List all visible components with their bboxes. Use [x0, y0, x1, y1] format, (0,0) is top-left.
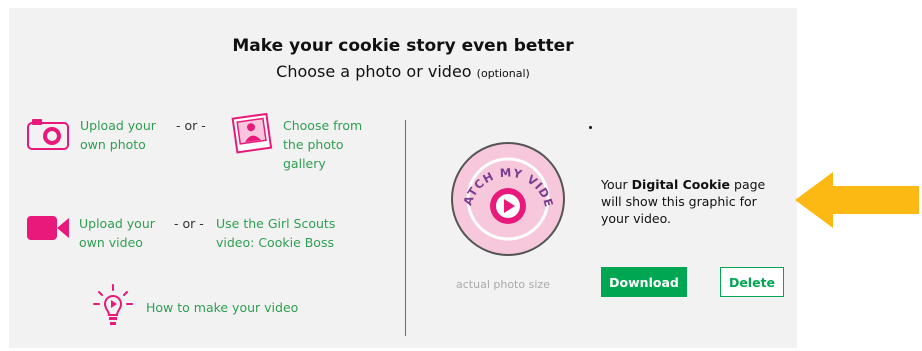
gallery-line3: gallery — [283, 156, 326, 171]
gs-video-line1: Use the Girl Scouts — [216, 216, 336, 231]
dot-mark — [589, 126, 592, 129]
camera-icon[interactable] — [27, 118, 69, 150]
gs-video-line2: video: Cookie Boss — [216, 235, 334, 250]
gallery-line2: the photo — [283, 137, 344, 152]
delete-button[interactable]: Delete — [720, 267, 784, 297]
gallery-line1: Choose from — [283, 118, 363, 133]
upload-video-link[interactable]: Upload your own video — [79, 214, 155, 252]
panel-title: Make your cookie story even better — [232, 36, 574, 56]
media-panel: Make your cookie story even better Choos… — [9, 8, 797, 348]
lightbulb-icon[interactable] — [93, 284, 133, 328]
photo-size-label: actual photo size — [456, 278, 550, 291]
video-camera-icon[interactable] — [26, 214, 70, 242]
download-button[interactable]: Download — [601, 267, 687, 297]
upload-photo-line2: own photo — [80, 137, 146, 152]
optional-label: (optional) — [476, 67, 530, 80]
or-separator-2: - or - — [174, 216, 204, 231]
preview-info: Your Digital Cookie page will show this … — [601, 176, 781, 227]
photo-gallery-icon[interactable] — [231, 112, 275, 156]
upload-video-line1: Upload your — [79, 216, 155, 231]
choose-gallery-link[interactable]: Choose from the photo gallery — [283, 116, 362, 173]
vertical-divider — [405, 120, 406, 336]
panel-subtitle: Choose a photo or video (optional) — [9, 62, 797, 81]
info-prefix: Your — [601, 177, 632, 192]
or-separator: - or - — [176, 118, 206, 133]
upload-photo-link[interactable]: Upload your own photo — [80, 116, 156, 154]
subtitle-text: Choose a photo or video — [276, 62, 472, 81]
arrow-left-icon — [795, 172, 919, 228]
girl-scouts-video-link[interactable]: Use the Girl Scouts video: Cookie Boss — [216, 214, 335, 252]
info-bold: Digital Cookie — [631, 177, 731, 192]
upload-photo-line1: Upload your — [80, 118, 156, 133]
how-to-video-link[interactable]: How to make your video — [146, 298, 298, 317]
watch-video-badge: WATCH MY VIDEO — [449, 140, 565, 256]
upload-video-line2: own video — [79, 235, 143, 250]
